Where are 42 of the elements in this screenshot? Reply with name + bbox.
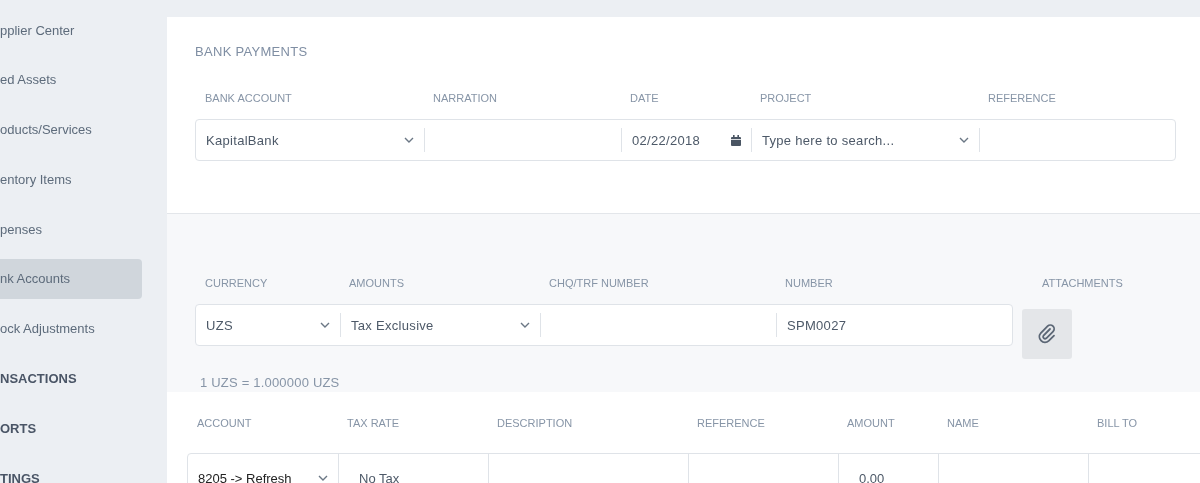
field-label: ATTACHMENTS [1041,277,1123,291]
sidebar-item[interactable]: ed Assets [0,59,142,100]
select-field[interactable]: UZS [196,313,340,337]
exchange-rate-text: 1 UZS = 1.000000 UZS [200,375,341,390]
select-field[interactable]: Tax Exclusive [340,313,540,337]
select-field[interactable]: Type here to search... [751,128,979,152]
field-label: PROJECT [759,92,813,106]
column-header: BILL TO [1096,417,1139,431]
column-header: TAX RATE [346,417,401,431]
sidebar-section[interactable]: ORTS [0,408,142,449]
field-label: NARRATION [432,92,498,106]
section-title: BANK PAYMENTS [195,44,309,59]
chevron-down-icon [959,137,969,143]
text-field[interactable]: SPM0027 [776,313,1012,337]
field-label: CHQ/TRF NUMBER [548,277,650,291]
field-label: AMOUNTS [348,277,405,291]
field-label: DATE [629,92,660,106]
chevron-down-icon [320,322,330,328]
field-label: NUMBER [784,277,834,291]
sidebar-item[interactable]: pplier Center [0,10,142,50]
column-header: REFERENCE [696,417,766,431]
column-header: ACCOUNT [196,417,253,431]
chevron-down-icon [404,137,414,143]
column-header: AMOUNT [846,417,896,431]
calendar-icon[interactable] [731,134,741,146]
sidebar-item[interactable]: nk Accounts [0,259,142,299]
attach-button[interactable] [1022,309,1072,359]
sidebar-item[interactable]: ock Adjustments [0,308,142,349]
date-field[interactable]: 02/22/2018 [621,128,751,152]
sidebar-item[interactable]: oducts/Services [0,109,142,150]
field-label: REFERENCE [987,92,1057,106]
field-label: CURRENCY [204,277,269,291]
field-label: BANK ACCOUNT [204,92,293,106]
chevron-down-icon [520,322,530,328]
column-header: NAME [946,417,980,431]
sidebar-section[interactable]: NSACTIONS [0,358,142,399]
sidebar-item[interactable]: entory Items [0,159,142,200]
paperclip-icon [1037,323,1057,345]
sidebar-item[interactable]: penses [0,209,142,250]
select-field[interactable]: KapitalBank [196,128,424,152]
column-header: DESCRIPTION [496,417,574,431]
sidebar-section[interactable]: TINGS [0,458,142,483]
